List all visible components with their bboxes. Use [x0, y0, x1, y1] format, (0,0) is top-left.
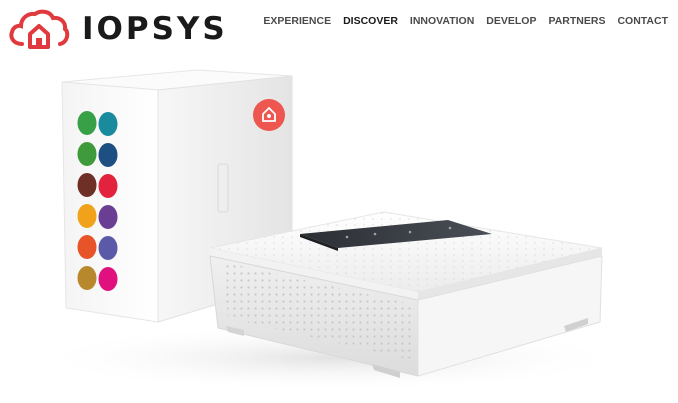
box-color-dot [98, 205, 118, 229]
box-color-dot [98, 143, 118, 167]
hero-banner [0, 60, 678, 403]
box-color-dot [77, 173, 97, 197]
brand-name: IOPSYS [82, 10, 228, 47]
nav-item-discover[interactable]: DISCOVER [343, 15, 398, 27]
box-color-dot [98, 236, 118, 260]
box-color-dot [77, 142, 97, 166]
box-color-dot [77, 111, 97, 135]
box-color-dot [77, 235, 97, 259]
main-nav: EXPERIENCE DISCOVER INNOVATION DEVELOP P… [263, 15, 668, 27]
nav-item-partners[interactable]: PARTNERS [548, 15, 605, 27]
nav-item-innovation[interactable]: INNOVATION [410, 15, 474, 27]
cloud-house-icon [9, 9, 70, 49]
box-color-dot [98, 267, 118, 291]
box-color-dot [77, 204, 97, 228]
box-color-dot [77, 266, 97, 290]
box-color-dot [98, 174, 118, 198]
nav-item-contact[interactable]: CONTACT [617, 15, 668, 27]
brand-logo[interactable]: IOPSYS [8, 6, 228, 52]
hero-product-image [30, 69, 630, 392]
nav-item-experience[interactable]: EXPERIENCE [263, 15, 331, 27]
nav-item-develop[interactable]: DEVELOP [486, 15, 536, 27]
box-color-dot [98, 112, 118, 136]
site-header: IOPSYS EXPERIENCE DISCOVER INNOVATION DE… [0, 0, 678, 60]
